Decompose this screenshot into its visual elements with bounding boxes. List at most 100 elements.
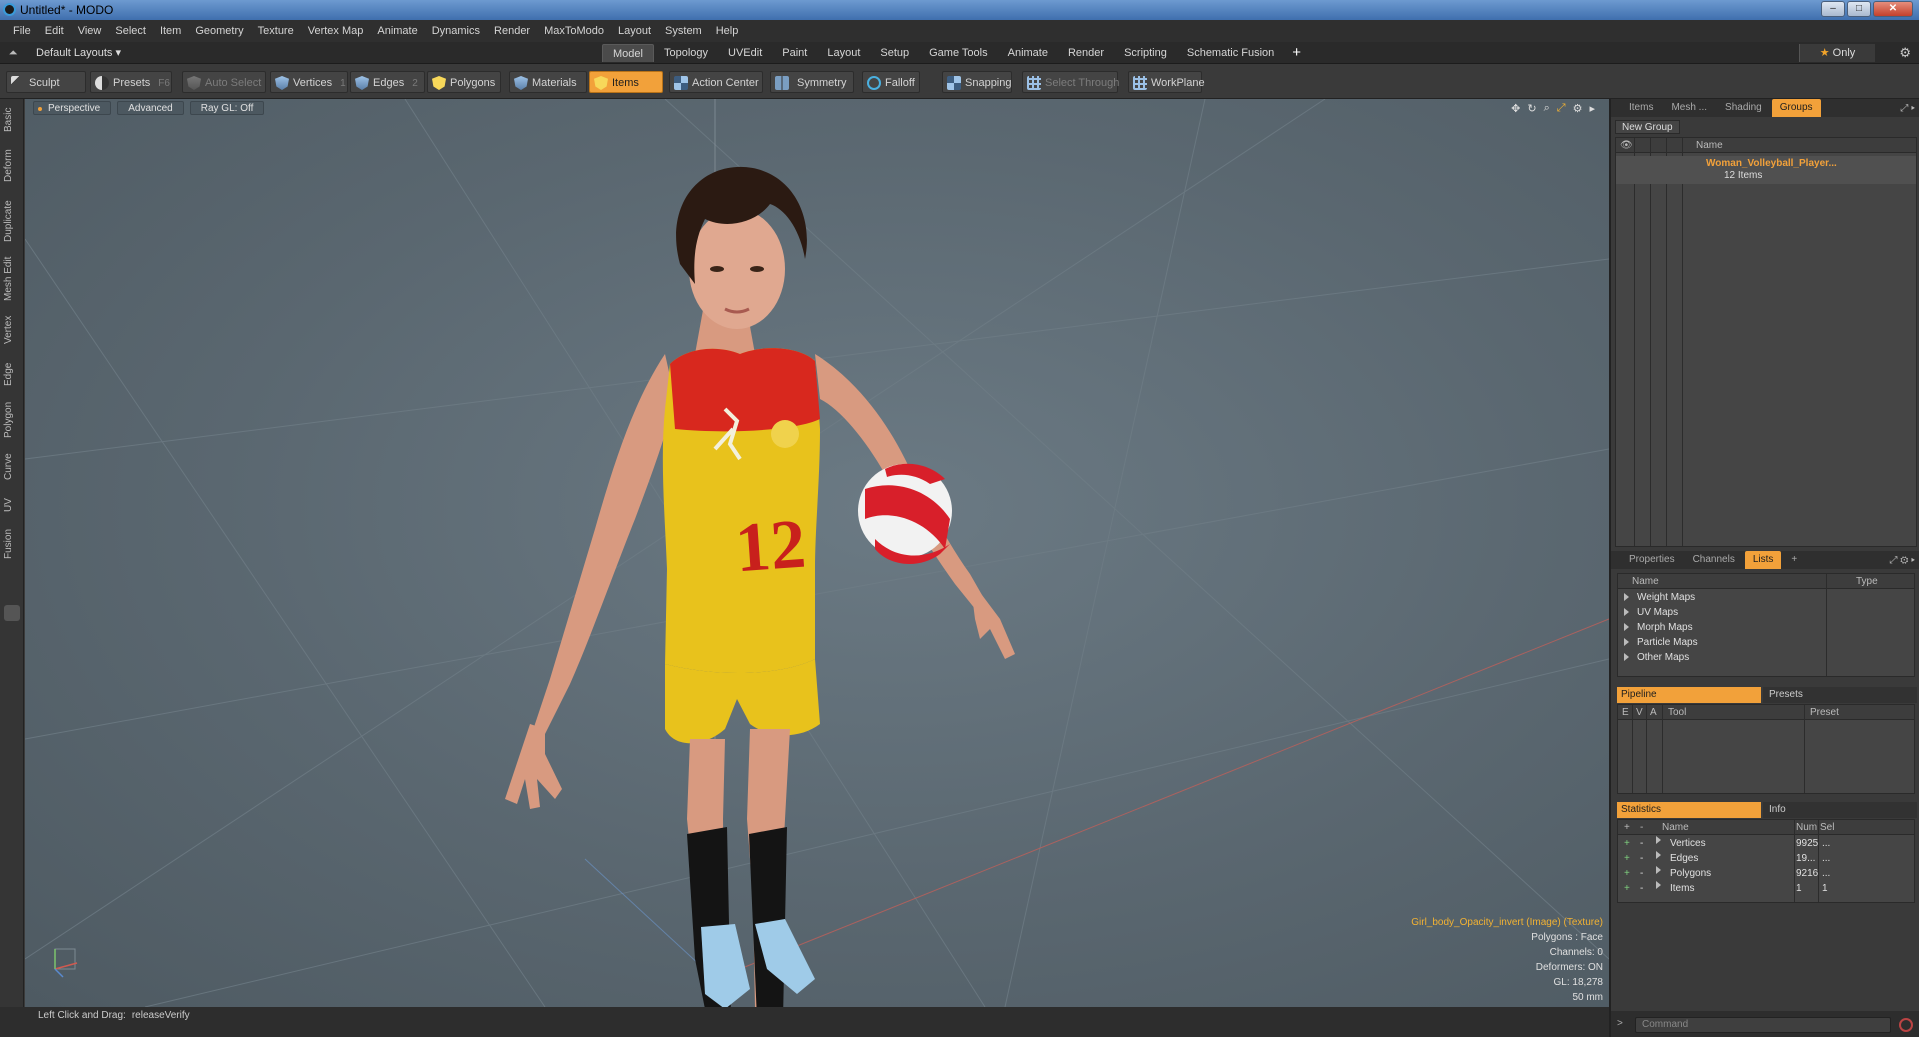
group-row[interactable]: Woman_Volleyball_Player... 12 Items bbox=[1616, 156, 1916, 184]
tab-items[interactable]: Items bbox=[1621, 99, 1661, 117]
tab-info[interactable]: Info bbox=[1763, 802, 1917, 818]
list-item-morph-maps[interactable]: Morph Maps bbox=[1618, 620, 1914, 635]
strip-expand-handle[interactable] bbox=[4, 605, 20, 621]
items-button[interactable]: Items bbox=[589, 71, 663, 93]
sculpt-button[interactable]: Sculpt bbox=[6, 71, 86, 93]
command-input[interactable]: Command bbox=[1635, 1017, 1891, 1033]
falloff-button[interactable]: Falloff bbox=[862, 71, 920, 93]
stats-remove-icon[interactable]: - bbox=[1640, 881, 1643, 896]
add-panel-tab[interactable]: + bbox=[1783, 551, 1805, 569]
3d-viewport[interactable]: 12 12 bbox=[25, 99, 1609, 1007]
strip-tab-duplicate[interactable]: Duplicate bbox=[3, 197, 21, 245]
stats-remove-icon[interactable]: - bbox=[1640, 866, 1643, 881]
menu-select[interactable]: Select bbox=[108, 20, 153, 42]
strip-tab-basic[interactable]: Basic bbox=[3, 105, 21, 135]
menu-file[interactable]: File bbox=[6, 20, 38, 42]
stats-remove-icon[interactable]: - bbox=[1640, 836, 1643, 851]
menu-texture[interactable]: Texture bbox=[251, 20, 301, 42]
close-button[interactable]: ✕ bbox=[1873, 1, 1913, 17]
list-item-other-maps[interactable]: Other Maps bbox=[1618, 650, 1914, 665]
tab-setup[interactable]: Setup bbox=[870, 44, 919, 62]
menu-geometry[interactable]: Geometry bbox=[188, 20, 250, 42]
select-through-button[interactable]: Select Through bbox=[1022, 71, 1119, 93]
menu-dynamics[interactable]: Dynamics bbox=[425, 20, 487, 42]
strip-tab-deform[interactable]: Deform bbox=[3, 147, 21, 185]
tab-model[interactable]: Model bbox=[602, 44, 654, 62]
strip-tab-edge[interactable]: Edge bbox=[3, 359, 21, 389]
menu-item[interactable]: Item bbox=[153, 20, 188, 42]
tab-layout[interactable]: Layout bbox=[817, 44, 870, 62]
menu-maxtomodo[interactable]: MaxToModo bbox=[537, 20, 611, 42]
tab-uvedit[interactable]: UVEdit bbox=[718, 44, 772, 62]
fit-icon[interactable]: ⤢ bbox=[1557, 102, 1566, 115]
tab-scripting[interactable]: Scripting bbox=[1114, 44, 1177, 62]
zoom-icon[interactable]: ⌕ bbox=[1544, 102, 1550, 115]
raygl-toggle[interactable]: Ray GL: Off bbox=[189, 101, 265, 115]
menu-system[interactable]: System bbox=[658, 20, 709, 42]
layout-up-icon[interactable]: ⏶ bbox=[6, 46, 20, 60]
tab-topology[interactable]: Topology bbox=[654, 44, 718, 62]
stats-row-edges[interactable]: + - Edges 19... ... bbox=[1618, 851, 1914, 866]
menu-vertex-map[interactable]: Vertex Map bbox=[301, 20, 371, 42]
presets-button[interactable]: Presets F6 bbox=[90, 71, 172, 93]
symmetry-button[interactable]: Symmetry bbox=[770, 71, 854, 93]
list-item-uv-maps[interactable]: UV Maps bbox=[1618, 605, 1914, 620]
materials-button[interactable]: Materials bbox=[509, 71, 587, 93]
menu-help[interactable]: Help bbox=[709, 20, 746, 42]
tab-statistics[interactable]: Statistics bbox=[1617, 802, 1761, 818]
viewport-gear-icon[interactable]: ⚙ bbox=[1573, 102, 1583, 115]
vertices-button[interactable]: Vertices 1 bbox=[270, 71, 348, 93]
maximize-button[interactable]: □ bbox=[1847, 1, 1871, 17]
tab-lists[interactable]: Lists bbox=[1744, 551, 1782, 569]
tab-render[interactable]: Render bbox=[1058, 44, 1114, 62]
menu-animate[interactable]: Animate bbox=[370, 20, 424, 42]
shading-dropdown[interactable]: Advanced bbox=[117, 101, 184, 115]
view-mode-dropdown[interactable]: Perspective bbox=[33, 101, 112, 115]
menu-view[interactable]: View bbox=[71, 20, 109, 42]
stats-remove-icon[interactable]: - bbox=[1640, 851, 1643, 866]
new-group-button[interactable]: New Group bbox=[1615, 120, 1680, 134]
menu-layout[interactable]: Layout bbox=[611, 20, 658, 42]
auto-select-button[interactable]: Auto Select bbox=[182, 71, 266, 93]
tab-properties[interactable]: Properties bbox=[1621, 551, 1683, 569]
tab-game-tools[interactable]: Game Tools bbox=[919, 44, 998, 62]
tab-schematic-fusion[interactable]: Schematic Fusion bbox=[1177, 44, 1284, 62]
stats-row-items[interactable]: + - Items 1 1 bbox=[1618, 881, 1914, 896]
workplane-button[interactable]: WorkPlane bbox=[1128, 71, 1205, 93]
groups-list[interactable]: 👁 Name Woman_Volleyball_Player... 12 Ite… bbox=[1615, 137, 1917, 547]
list-item-particle-maps[interactable]: Particle Maps bbox=[1618, 635, 1914, 650]
tab-shading[interactable]: Shading bbox=[1717, 99, 1770, 117]
stats-add-icon[interactable]: + bbox=[1624, 866, 1630, 881]
stats-add-icon[interactable]: + bbox=[1624, 836, 1630, 851]
stats-row-polygons[interactable]: + - Polygons 9216 ... bbox=[1618, 866, 1914, 881]
tab-channels[interactable]: Channels bbox=[1685, 551, 1743, 569]
minimize-button[interactable]: – bbox=[1821, 1, 1845, 17]
layout-selector[interactable]: Default Layouts ▾ bbox=[36, 45, 121, 61]
strip-tab-polygon[interactable]: Polygon bbox=[3, 399, 21, 441]
strip-tab-uv[interactable]: UV bbox=[3, 495, 21, 515]
volleyball-player-model[interactable]: 12 12 bbox=[25, 99, 1609, 1007]
menu-render[interactable]: Render bbox=[487, 20, 537, 42]
panel-expand-icon[interactable]: ⤢ ▸ bbox=[1900, 103, 1915, 114]
list-item-weight-maps[interactable]: Weight Maps bbox=[1618, 590, 1914, 605]
stats-add-icon[interactable]: + bbox=[1624, 851, 1630, 866]
tab-pipeline[interactable]: Pipeline bbox=[1617, 687, 1761, 703]
rotate-icon[interactable]: ↻ bbox=[1527, 102, 1536, 115]
strip-tab-mesh-edit[interactable]: Mesh Edit bbox=[3, 255, 21, 303]
tab-mesh[interactable]: Mesh ... bbox=[1663, 99, 1715, 117]
strip-tab-fusion[interactable]: Fusion bbox=[3, 527, 21, 561]
tab-paint[interactable]: Paint bbox=[772, 44, 817, 62]
lists-expand-icon[interactable]: ⤢ ⚙ ▸ bbox=[1889, 555, 1915, 566]
stats-add-icon[interactable]: + bbox=[1624, 881, 1630, 896]
add-tab-button[interactable]: + bbox=[1284, 44, 1309, 62]
strip-tab-vertex[interactable]: Vertex bbox=[3, 313, 21, 347]
tab-animate[interactable]: Animate bbox=[998, 44, 1058, 62]
gear-icon[interactable]: ⚙ bbox=[1899, 44, 1911, 62]
only-toggle[interactable]: ★ Only bbox=[1799, 44, 1875, 62]
snapping-button[interactable]: Snapping bbox=[942, 71, 1012, 93]
action-center-button[interactable]: Action Center bbox=[669, 71, 763, 93]
menu-edit[interactable]: Edit bbox=[38, 20, 71, 42]
pan-icon[interactable]: ✥ bbox=[1511, 102, 1520, 115]
edges-button[interactable]: Edges 2 bbox=[350, 71, 425, 93]
command-arrow-icon[interactable]: > bbox=[1617, 1018, 1623, 1029]
